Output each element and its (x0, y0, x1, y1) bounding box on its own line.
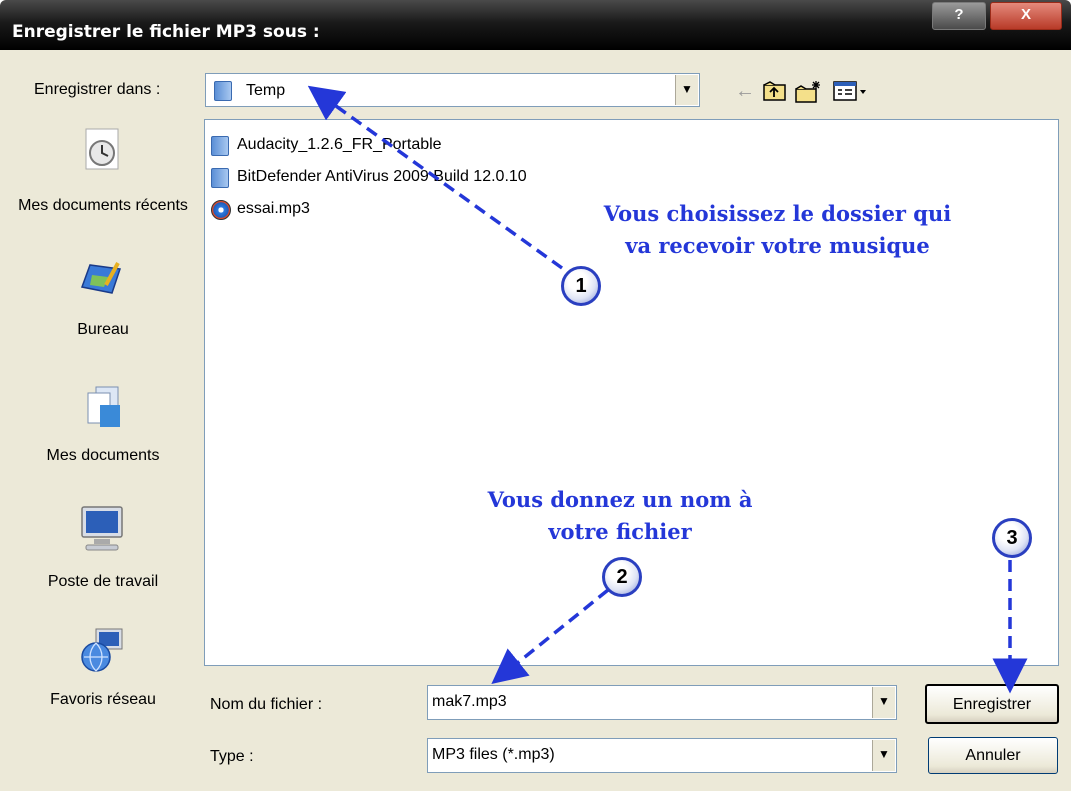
filetype-label: Type : (210, 748, 254, 765)
dialog-title: Enregistrer le fichier MP3 sous : (12, 22, 320, 42)
chevron-down-icon[interactable]: ▼ (872, 740, 895, 771)
filetype-value: MP3 files (*.mp3) (432, 746, 555, 763)
file-name: essai.mp3 (237, 200, 310, 217)
place-recent-documents[interactable]: Mes documents récents (10, 125, 196, 245)
folder-icon (214, 81, 232, 101)
step-badge-2: 2 (602, 557, 642, 597)
file-name: Audacity_1.2.6_FR_Portable (237, 136, 442, 153)
my-documents-icon (78, 383, 126, 431)
network-icon (78, 627, 126, 675)
step-badge-1: 1 (561, 266, 601, 306)
note-2-line-1: Vous donnez un nom à (487, 487, 753, 512)
places-bar: Mes documents récents Bureau Mes documen… (10, 115, 196, 735)
folder-icon (211, 136, 229, 156)
place-network[interactable]: Favoris réseau (10, 627, 196, 727)
place-my-computer[interactable]: Poste de travail (10, 505, 196, 605)
place-my-documents[interactable]: Mes documents (10, 383, 196, 483)
annotation-note-2: Vous donnez un nom à votre fichier (470, 484, 770, 548)
view-menu-icon[interactable] (833, 80, 869, 108)
save-in-label: Enregistrer dans : (34, 81, 161, 98)
annotation-note-1: Vous choisissez le dossier qui va recevo… (580, 198, 975, 262)
cancel-button[interactable]: Annuler (928, 737, 1058, 774)
note-2-line-2: votre fichier (548, 519, 692, 544)
my-computer-icon (78, 505, 126, 553)
filename-value: mak7.mp3 (432, 693, 507, 710)
file-name: BitDefender AntiVirus 2009 Build 12.0.10 (237, 168, 527, 185)
note-1-line-1: Vous choisissez le dossier qui (603, 201, 952, 226)
chevron-down-icon[interactable]: ▼ (675, 75, 698, 105)
place-label-my-computer: Poste de travail (47, 573, 159, 590)
place-label-recent: Mes documents récents (18, 197, 188, 214)
save-in-value: Temp (246, 82, 286, 99)
save-in-dropdown[interactable]: Temp ▼ (205, 73, 700, 107)
chevron-down-icon[interactable]: ▼ (872, 687, 895, 718)
filename-field[interactable]: mak7.mp3 ▼ (427, 685, 897, 720)
new-folder-icon[interactable] (795, 80, 823, 110)
save-button[interactable]: Enregistrer (925, 684, 1059, 724)
close-button[interactable]: X (990, 2, 1062, 30)
save-dialog: Enregistrer le fichier MP3 sous : ? X En… (0, 0, 1071, 791)
place-label-my-documents: Mes documents (46, 447, 160, 464)
place-label-desktop: Bureau (77, 321, 129, 338)
step-badge-3: 3 (992, 518, 1032, 558)
folder-icon (211, 168, 229, 188)
place-desktop[interactable]: Bureau (10, 255, 196, 355)
recent-documents-icon (78, 125, 126, 173)
title-bar[interactable]: Enregistrer le fichier MP3 sous : ? X (0, 0, 1071, 50)
up-folder-icon[interactable] (763, 80, 787, 108)
filename-label: Nom du fichier : (210, 696, 323, 713)
desktop-icon (78, 255, 126, 303)
mp3-file-icon (211, 200, 231, 220)
note-1-line-2: va recevoir votre musique (625, 233, 930, 258)
help-button[interactable]: ? (932, 2, 986, 30)
filetype-dropdown[interactable]: MP3 files (*.mp3) ▼ (427, 738, 897, 773)
back-arrow-icon[interactable]: ← (735, 80, 755, 103)
place-label-network: Favoris réseau (50, 691, 156, 708)
